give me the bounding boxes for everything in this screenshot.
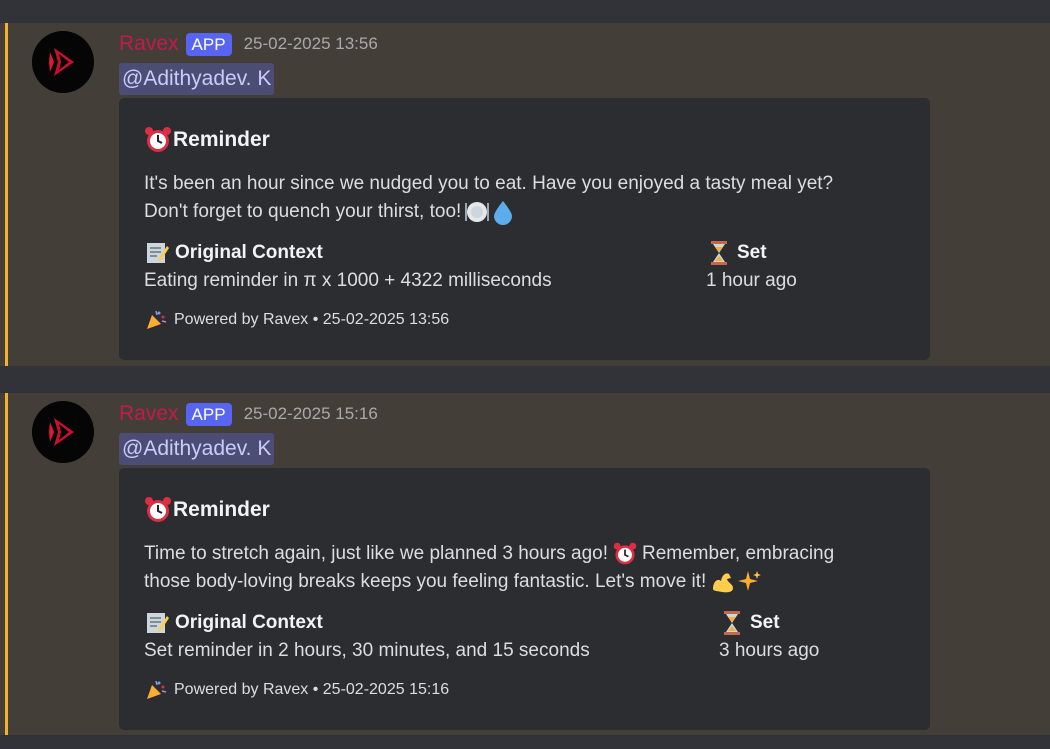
field-name: Original Context <box>175 612 323 633</box>
droplet-icon <box>490 199 516 225</box>
memo-icon <box>144 610 170 636</box>
description-line: Remember, embracing <box>642 543 835 564</box>
reminder-embed: Reminder Time to stretch again, just lik… <box>119 468 930 730</box>
reminder-embed: Reminder It's been an hour since we nudg… <box>119 98 930 360</box>
app-badge: APP <box>185 32 232 56</box>
footer-text: Powered by Ravex • 25-02-2025 13:56 <box>174 311 450 328</box>
embed-title-text: Reminder <box>173 498 270 521</box>
field-name: Set <box>737 242 767 263</box>
message-2[interactable]: Ravex APP 25-02-2025 15:16 @Adithyadev. … <box>0 393 1050 735</box>
field-value: Set reminder in 2 hours, 30 minutes, and… <box>144 640 590 661</box>
mention-highlight-stripe <box>5 393 8 735</box>
author-name[interactable]: Ravex <box>119 402 179 426</box>
field-original-context: Original Context Set reminder in 2 hours… <box>144 608 590 662</box>
app-badge: APP <box>185 402 232 426</box>
ravex-logo-icon <box>32 31 94 93</box>
avatar[interactable] <box>32 401 94 463</box>
hourglass-icon <box>706 240 732 266</box>
plate-icon <box>464 199 490 225</box>
message-timestamp[interactable]: 25-02-2025 13:56 <box>244 34 378 54</box>
alarm-clock-icon <box>612 541 638 567</box>
sparkles-icon <box>736 569 762 595</box>
mention-highlight-stripe <box>5 23 8 366</box>
hourglass-icon <box>719 610 745 636</box>
field-set: Set 3 hours ago <box>719 608 819 662</box>
message-header: Ravex APP 25-02-2025 13:56 <box>119 29 378 59</box>
field-set: Set 1 hour ago <box>706 238 797 292</box>
field-value: 3 hours ago <box>719 640 820 661</box>
ravex-logo-icon <box>32 401 94 463</box>
field-original-context: Original Context Eating reminder in π x … <box>144 238 552 292</box>
field-value: 1 hour ago <box>706 270 797 291</box>
embed-title: Reminder <box>143 495 270 525</box>
embed-description: It's been an hour since we nudged you to… <box>144 170 914 226</box>
description-line: Time to stretch again, just like we plan… <box>144 543 608 564</box>
description-line: It's been an hour since we nudged you to… <box>144 173 834 194</box>
message-header: Ravex APP 25-02-2025 15:16 <box>119 399 378 429</box>
author-name[interactable]: Ravex <box>119 32 179 56</box>
description-line: those body-loving breaks keeps you feeli… <box>144 571 707 592</box>
avatar[interactable] <box>32 31 94 93</box>
flexed-biceps-icon <box>710 569 736 595</box>
alarm-clock-icon <box>143 125 173 155</box>
embed-description: Time to stretch again, just like we plan… <box>144 540 914 596</box>
memo-icon <box>144 240 170 266</box>
embed-title: Reminder <box>143 125 270 155</box>
user-mention[interactable]: @Adithyadev. K <box>119 433 275 465</box>
embed-title-text: Reminder <box>173 128 270 151</box>
field-value: Eating reminder in π x 1000 + 4322 milli… <box>144 270 552 291</box>
party-popper-icon <box>145 679 167 701</box>
description-line: Don't forget to quench your thirst, too! <box>144 201 462 222</box>
footer-text: Powered by Ravex • 25-02-2025 15:16 <box>174 681 450 698</box>
embed-footer: Powered by Ravex • 25-02-2025 13:56 <box>145 309 449 331</box>
field-name: Original Context <box>175 242 323 263</box>
embed-footer: Powered by Ravex • 25-02-2025 15:16 <box>145 679 449 701</box>
party-popper-icon <box>145 309 167 331</box>
user-mention[interactable]: @Adithyadev. K <box>119 63 275 95</box>
message-timestamp[interactable]: 25-02-2025 15:16 <box>244 404 378 424</box>
alarm-clock-icon <box>143 495 173 525</box>
message-1[interactable]: Ravex APP 25-02-2025 13:56 @Adithyadev. … <box>0 23 1050 366</box>
field-name: Set <box>750 612 780 633</box>
